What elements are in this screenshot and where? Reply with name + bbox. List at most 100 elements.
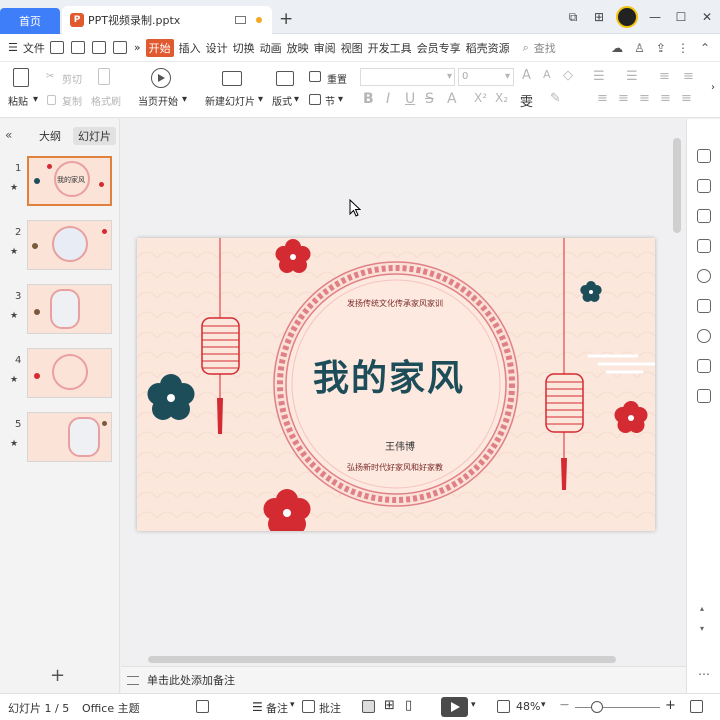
- layout-button[interactable]: 版式: [272, 93, 292, 108]
- decrease-font-icon[interactable]: A: [543, 68, 551, 81]
- hamburger-icon[interactable]: ☰: [8, 41, 18, 54]
- paste-dropdown-icon[interactable]: ▾: [33, 94, 38, 105]
- menu-animation[interactable]: 动画: [260, 40, 282, 56]
- underline-icon[interactable]: U: [405, 91, 415, 107]
- shield-icon[interactable]: [196, 700, 209, 713]
- layout-dropdown-icon[interactable]: ▾: [294, 94, 299, 105]
- font-family-select[interactable]: [360, 68, 455, 86]
- layout-icon[interactable]: ⧉: [560, 4, 586, 30]
- zoom-level[interactable]: 48%: [516, 700, 540, 713]
- italic-icon[interactable]: I: [386, 91, 390, 107]
- layout-icon[interactable]: [276, 71, 294, 86]
- close-icon[interactable]: ✕: [694, 4, 720, 30]
- notes-toggle-icon[interactable]: ☰: [252, 700, 263, 714]
- menu-file[interactable]: 文件: [23, 40, 45, 56]
- home-tab[interactable]: 首页: [0, 8, 60, 34]
- save-icon[interactable]: [49, 41, 64, 54]
- collapse-ribbon-icon[interactable]: ⌃: [700, 41, 710, 55]
- zoom-out-button[interactable]: —: [560, 700, 569, 710]
- help-icon[interactable]: [697, 269, 711, 283]
- slide-subtitle-top[interactable]: 发扬传统文化传承家风家训: [347, 298, 443, 309]
- tab-outline[interactable]: 大纲: [34, 127, 66, 145]
- grid-view-icon[interactable]: ⊞: [384, 698, 395, 713]
- preview-icon[interactable]: [112, 41, 127, 54]
- horizontal-scrollbar[interactable]: [148, 656, 616, 663]
- font-size-dropdown-icon[interactable]: ▾: [505, 71, 510, 82]
- comment-icon[interactable]: [302, 700, 315, 713]
- bullet-list-icon[interactable]: ☰: [593, 69, 605, 84]
- menu-member[interactable]: 会员专享: [417, 40, 461, 56]
- scroll-up-icon[interactable]: ▴: [700, 604, 704, 613]
- copy-slide-icon[interactable]: [697, 239, 711, 253]
- slide-thumbnail-4[interactable]: [27, 348, 112, 398]
- slide-title[interactable]: 我的家风: [313, 349, 465, 401]
- align-right-icon[interactable]: ≡: [639, 91, 650, 106]
- export-icon[interactable]: [70, 41, 85, 54]
- justify-icon[interactable]: ≡: [660, 91, 671, 106]
- share-icon[interactable]: ⇪: [656, 41, 666, 55]
- print-icon[interactable]: [91, 41, 106, 54]
- increase-indent-icon[interactable]: ≡: [683, 69, 694, 84]
- notes-bar[interactable]: 单击此处添加备注: [121, 666, 686, 693]
- comment-button[interactable]: 批注: [319, 700, 341, 716]
- play-from-current-button[interactable]: 当页开始: [138, 93, 178, 108]
- minimize-icon[interactable]: —: [642, 4, 668, 30]
- font-dropdown-icon[interactable]: ▾: [447, 71, 452, 82]
- distributed-icon[interactable]: ≡: [681, 91, 692, 106]
- fullscreen-icon[interactable]: [690, 700, 703, 713]
- rocket-icon[interactable]: [697, 149, 711, 163]
- menu-developer[interactable]: 开发工具: [368, 40, 412, 56]
- superscript-icon[interactable]: X²: [474, 91, 487, 105]
- slide-author[interactable]: 王伟博: [385, 438, 415, 453]
- play-slideshow-button[interactable]: [441, 697, 468, 717]
- location-icon[interactable]: [697, 329, 711, 343]
- cube-icon[interactable]: [697, 389, 711, 403]
- reading-view-icon[interactable]: ▯: [405, 698, 412, 713]
- paste-icon[interactable]: [13, 68, 29, 87]
- menu-design[interactable]: 设计: [206, 40, 228, 56]
- normal-view-icon[interactable]: [362, 700, 375, 713]
- reset-button[interactable]: 重置: [327, 71, 347, 86]
- decrease-indent-icon[interactable]: ≡: [659, 69, 670, 84]
- document-tab[interactable]: P PPT视频录制.pptx: [62, 6, 272, 34]
- increase-font-icon[interactable]: A: [522, 68, 531, 83]
- bold-icon[interactable]: B: [363, 91, 374, 107]
- notes-placeholder[interactable]: 单击此处添加备注: [147, 672, 235, 688]
- reset-icon[interactable]: [309, 71, 321, 82]
- window-icon[interactable]: [235, 16, 246, 24]
- maximize-icon[interactable]: ☐: [668, 4, 694, 30]
- image-icon[interactable]: [697, 299, 711, 313]
- align-center-icon[interactable]: ≡: [618, 91, 629, 106]
- book-icon[interactable]: [697, 359, 711, 373]
- new-slide-icon[interactable]: [222, 71, 242, 86]
- new-slide-button[interactable]: 新建幻灯片: [205, 93, 255, 108]
- highlight-icon[interactable]: ✎: [550, 91, 561, 106]
- collapse-panel-icon[interactable]: «: [5, 128, 12, 142]
- ribbon-scroll-right-icon[interactable]: ›: [711, 82, 715, 93]
- more-icon[interactable]: ⋯: [698, 667, 710, 681]
- paste-button[interactable]: 粘贴: [8, 93, 28, 108]
- new-slide-dropdown-icon[interactable]: ▾: [258, 94, 263, 105]
- phonetic-icon[interactable]: 雯: [520, 91, 533, 110]
- subscript-icon[interactable]: X₂: [495, 91, 508, 105]
- zoom-slider-track[interactable]: [575, 707, 660, 708]
- menu-docer[interactable]: 稻壳资源: [466, 40, 510, 56]
- section-icon[interactable]: [309, 94, 321, 105]
- slide-thumbnail-2[interactable]: [27, 220, 112, 270]
- share-user-icon[interactable]: ♙: [634, 41, 645, 55]
- cloud-icon[interactable]: ☁: [611, 41, 623, 55]
- zoom-slider-thumb[interactable]: [591, 701, 603, 713]
- menu-transition[interactable]: 切换: [233, 40, 255, 56]
- current-slide[interactable]: 发扬传统文化传承家风家训 我的家风 王伟博 弘扬新时代好家风和好家教: [137, 238, 655, 531]
- menu-slideshow[interactable]: 放映: [287, 40, 309, 56]
- settings-sliders-icon[interactable]: [697, 179, 711, 193]
- menu-review[interactable]: 审阅: [314, 40, 336, 56]
- align-left-icon[interactable]: ≡: [597, 91, 608, 106]
- add-slide-button[interactable]: +: [50, 665, 65, 686]
- menu-insert[interactable]: 插入: [179, 40, 201, 56]
- menu-home[interactable]: 开始: [145, 38, 174, 57]
- copy-button[interactable]: 复制: [62, 93, 82, 108]
- play-dropdown-icon[interactable]: ▾: [182, 94, 187, 105]
- avatar[interactable]: [616, 6, 638, 28]
- clear-format-icon[interactable]: ◇: [563, 68, 573, 83]
